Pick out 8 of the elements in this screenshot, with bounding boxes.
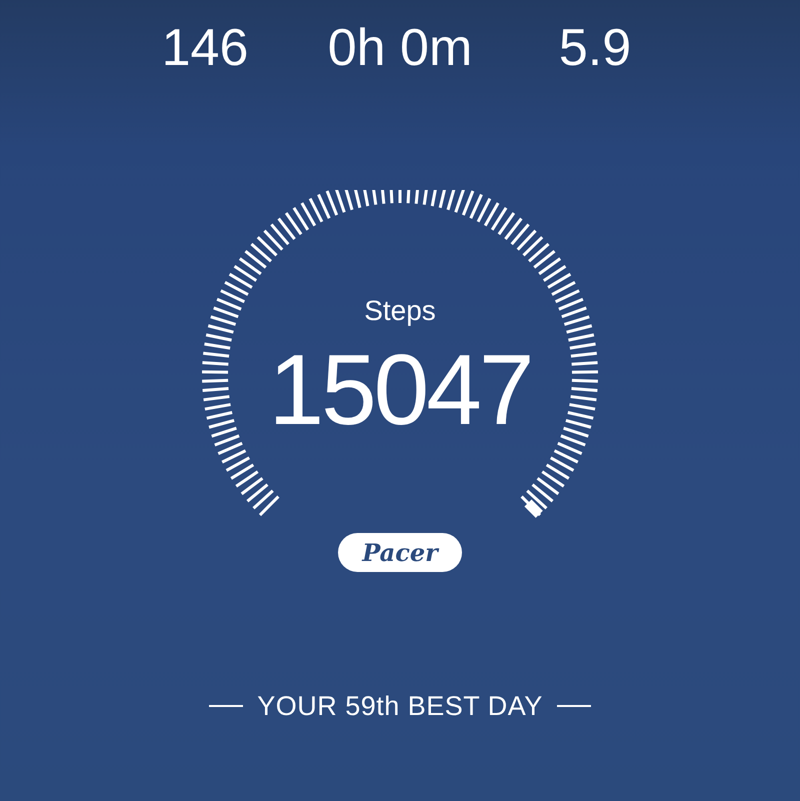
stat-value: 0h 0m — [326, 18, 474, 78]
steps-label: Steps — [363, 294, 437, 328]
stat-value: 146 — [160, 18, 250, 78]
level-marker — [524, 499, 543, 518]
best-day-text: YOUR 59th BEST DAY — [257, 690, 543, 723]
stat-value: 5.9 — [558, 18, 632, 78]
steps-count: 15047 — [267, 333, 533, 448]
brand-logo: Pacer — [338, 533, 462, 572]
